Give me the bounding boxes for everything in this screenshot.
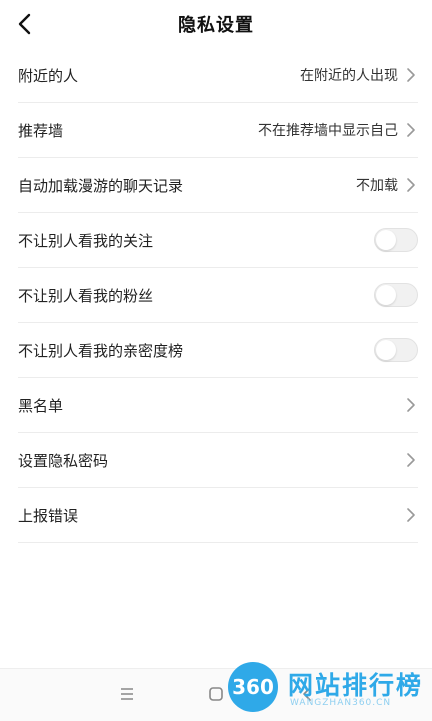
settings-row-recommend-wall[interactable]: 推荐墙 不在推荐墙中显示自己 [18,103,418,158]
toggle-knob [376,285,396,305]
row-label: 黑名单 [18,396,64,415]
watermark-url: WANGZHAN360.CN [290,698,392,708]
row-label: 不让别人看我的粉丝 [18,286,154,305]
settings-row-hide-fans: 不让别人看我的粉丝 [18,268,418,323]
row-label: 设置隐私密码 [18,451,109,470]
toggle-knob [376,340,396,360]
watermark: 360 网站排行榜 WANGZHAN360.CN [222,660,432,720]
chevron-right-icon [406,177,418,193]
row-label: 不让别人看我的亲密度榜 [18,341,184,360]
row-label: 自动加载漫游的聊天记录 [18,176,184,195]
row-label: 上报错误 [18,506,79,525]
chevron-right-icon [406,397,418,413]
row-label: 附近的人 [18,66,79,85]
settings-row-blacklist[interactable]: 黑名单 [18,378,418,433]
row-label: 不让别人看我的关注 [18,231,154,250]
settings-row-hide-following: 不让别人看我的关注 [18,213,418,268]
settings-row-report-error[interactable]: 上报错误 [18,488,418,543]
toggle-knob [376,230,396,250]
row-value: 不在推荐墙中显示自己 [258,123,398,139]
row-label: 推荐墙 [18,121,64,140]
hide-following-toggle[interactable] [374,228,418,252]
chevron-left-icon [18,13,31,35]
settings-row-hide-intimacy: 不让别人看我的亲密度榜 [18,323,418,378]
chevron-right-icon [406,452,418,468]
hide-fans-toggle[interactable] [374,283,418,307]
chevron-right-icon [406,507,418,523]
settings-list: 附近的人 在附近的人出现 推荐墙 不在推荐墙中显示自己 自动加载漫游的聊天记录 … [0,48,432,543]
settings-row-privacy-password[interactable]: 设置隐私密码 [18,433,418,488]
row-value: 不加载 [356,178,398,194]
watermark-name: 网站排行榜 [288,671,424,700]
watermark-logo: 360 [228,662,278,712]
chevron-right-icon [406,67,418,83]
page-title: 隐私设置 [178,15,254,36]
top-bar: 隐私设置 [0,0,432,48]
settings-row-nearby[interactable]: 附近的人 在附近的人出现 [18,48,418,103]
row-value: 在附近的人出现 [300,68,398,84]
settings-row-roaming-history[interactable]: 自动加载漫游的聊天记录 不加载 [18,158,418,213]
chevron-right-icon [406,122,418,138]
back-button[interactable] [10,8,40,40]
menu-icon[interactable] [116,683,138,705]
hide-intimacy-toggle[interactable] [374,338,418,362]
